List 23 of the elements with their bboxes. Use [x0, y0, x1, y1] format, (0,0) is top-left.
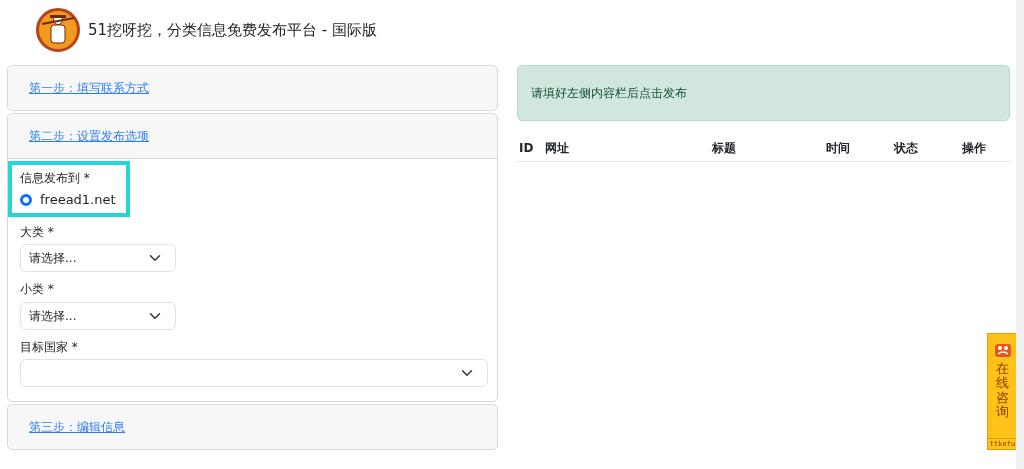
column-header: 网址 [543, 135, 710, 162]
site-title: 51挖呀挖，分类信息免费发布平台 - 国际版 [88, 19, 378, 41]
field-label: 小类 * [20, 282, 55, 297]
column-header: 标题 [710, 135, 824, 162]
step-link[interactable]: 第三步：编辑信息 [29, 418, 125, 437]
step-link[interactable]: 第二步：设置发布选项 [29, 127, 149, 145]
select-field[interactable]: 请选择... [20, 244, 176, 273]
field-label: 大类 * [20, 224, 55, 240]
radio-label: freead1.net [40, 191, 116, 210]
column-header: 状态 [892, 135, 960, 162]
field-label: 信息发布到 * [20, 171, 91, 186]
select-field[interactable]: 请选择... [20, 301, 176, 330]
chat-label: 在线咨询 [996, 362, 1009, 421]
select-field[interactable] [20, 359, 488, 388]
info-alert: 请填好左侧内容栏后点击发布 [517, 65, 1010, 121]
step-link[interactable]: 第一步：填写联系方式 [29, 79, 149, 97]
column-header: 时间 [824, 135, 892, 162]
chat-logo-icon [993, 342, 1012, 358]
column-header: 操作 [960, 135, 1010, 162]
radio-button[interactable] [20, 194, 32, 207]
logo-icon [36, 8, 80, 52]
field-label: 目标国家 * [20, 339, 79, 355]
column-header: ID [517, 135, 543, 162]
